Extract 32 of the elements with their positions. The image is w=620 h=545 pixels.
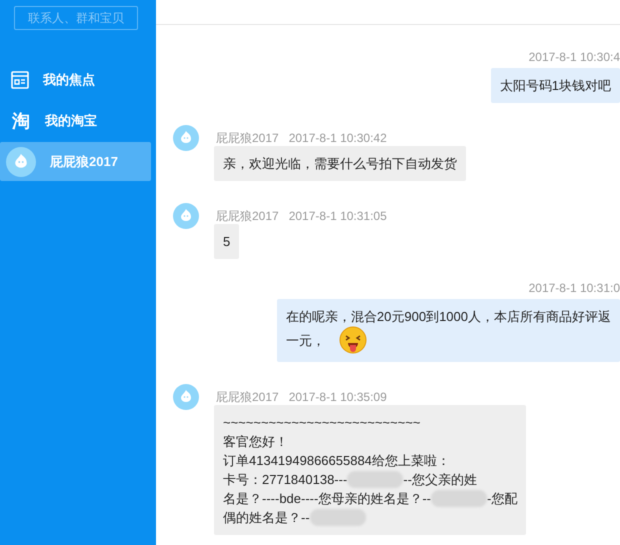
message-time: 2017-8-1 10:35:09 [288, 390, 387, 404]
message-text: --您父亲的姓 [403, 471, 477, 489]
message-text: ~~~~~~~~~~~~~~~~~~~~~~~~~~ [223, 414, 420, 432]
sidebar-item[interactable]: 我的焦点 [0, 60, 151, 99]
message-time: 2017-8-1 10:30:4 [528, 50, 620, 64]
message-text: 亲，欢迎光临，需要什么号拍下自动发货 [223, 155, 457, 173]
message-text: -您配 [486, 490, 518, 508]
sender-name: 屁屁狼2017 [216, 130, 279, 146]
avatar-icon [173, 125, 199, 151]
message-text: 在的呢亲，混合20元900到1000人，本店所有商品好评返 [286, 308, 611, 326]
message-text: 偶的姓名是？-- [223, 509, 310, 527]
avatar-icon [173, 203, 199, 229]
message-text: 名是？----bde----您母亲的姓名是？-- [223, 490, 431, 508]
avatar-icon [6, 146, 36, 176]
message-time: 2017-8-1 10:31:0 [528, 281, 620, 295]
message-text: 一元， [286, 332, 325, 350]
sidebar-item[interactable]: 屁屁狼2017 [0, 142, 151, 181]
avatar-icon [173, 384, 199, 410]
message-text: 订单41341949866655884给您上菜啦： [223, 452, 450, 470]
message-text: 卡号：2771840138--- [223, 471, 348, 489]
message-time: 2017-8-1 10:31:05 [288, 209, 387, 223]
search-field[interactable]: 联系人、群和宝贝 [14, 6, 138, 30]
message-text: 5 [223, 233, 230, 251]
message-text: 客官您好！ [223, 433, 288, 451]
sender-name: 屁屁狼2017 [216, 388, 279, 406]
message-time: 2017-8-1 10:30:42 [288, 131, 387, 145]
taobao-icon: 淘 [11, 108, 31, 132]
message-text: 太阳号码1块钱对吧 [500, 77, 611, 95]
sidebar-item[interactable]: 淘 我的淘宝 [0, 101, 151, 140]
sender-name: 屁屁狼2017 [216, 208, 279, 224]
emoji-icon [338, 326, 367, 354]
news-icon [11, 70, 29, 88]
